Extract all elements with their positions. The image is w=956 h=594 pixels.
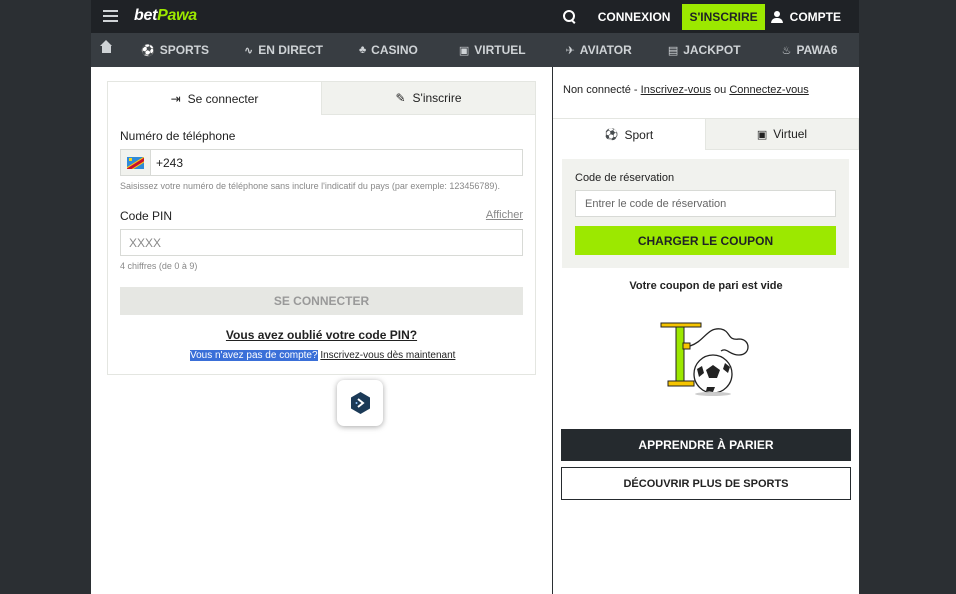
login-form: ⇥ Se connecter ✎ S'inscrire Numéro de télé… — [107, 81, 536, 426]
phone-label: Numéro de téléphone — [120, 129, 236, 143]
logo-bet-text: bet — [134, 7, 158, 24]
main-nav: ⚽ SPORTS ∿ EN DIRECT ♣ CASINO ▣ VIRTUEL ✈ AVI… — [91, 33, 859, 67]
pump-and-ball-illustration — [660, 322, 749, 396]
booking-code-input[interactable]: Entrer le code de réservation — [575, 190, 836, 217]
country-flag-icon[interactable] — [121, 150, 151, 175]
show-pin-link[interactable]: Afficher — [486, 209, 523, 221]
tab-register[interactable]: ✎ S'inscrire — [321, 82, 535, 115]
flame-icon: ♨ — [781, 44, 792, 57]
cherries-icon: ♣ — [358, 44, 367, 56]
pin-placeholder: XXXX — [129, 235, 162, 250]
no-account-text: Vous n'avez pas de compte? — [190, 350, 318, 361]
search-icon[interactable] — [562, 9, 578, 25]
home-nav-button[interactable] — [91, 33, 121, 67]
booking-code-label: Code de réservation — [575, 172, 675, 184]
logo-pawa-text: Pawa — [157, 7, 197, 24]
nav-item-jackpot[interactable]: ▤ JACKPOT — [668, 33, 741, 67]
top-header: betPawa CONNEXION S'INSCRIRE COMPTE — [91, 0, 859, 33]
account-link[interactable]: COMPTE — [790, 0, 841, 33]
monitor-icon: ▣ — [458, 44, 470, 57]
status-login-link[interactable]: Connectez-vous — [729, 84, 809, 96]
login-submit-button[interactable]: SE CONNECTER — [120, 287, 523, 315]
phone-prefix: +243 — [156, 155, 184, 170]
phone-hint: Saisissez votre numéro de téléphone sans… — [120, 181, 500, 191]
phone-input[interactable]: +243 — [120, 149, 523, 176]
hexagon-play-icon — [350, 392, 370, 414]
user-icon[interactable] — [770, 10, 783, 23]
nav-item-virtual[interactable]: ▣ VIRTUEL — [459, 33, 526, 67]
nav-item-aviator[interactable]: ✈ AVIATOR — [566, 33, 632, 67]
pin-hint: 4 chiffres (de 0 à 9) — [120, 261, 198, 271]
monitor-icon: ▣ — [756, 128, 768, 141]
header-actions: CONNEXION S'INSCRIRE COMPTE — [562, 0, 859, 33]
sign-in-icon: ⇥ — [170, 91, 181, 106]
login-tabs: ⇥ Se connecter ✎ S'inscrire — [108, 82, 535, 115]
tab-login[interactable]: ⇥ Se connecter — [108, 82, 321, 115]
nav-item-casino[interactable]: ♣ CASINO — [359, 33, 418, 67]
register-now-link[interactable]: Inscrivez-vous dès maintenant — [320, 350, 455, 361]
floating-widget-button[interactable] — [337, 380, 383, 426]
signup-button[interactable]: S'INSCRIRE — [682, 3, 765, 30]
learn-to-bet-button[interactable]: APPRENDRE À PARIER — [561, 429, 851, 461]
plane-icon: ✈ — [565, 44, 575, 57]
betslip-tabs: ⚽ Sport ▣ Virtuel — [553, 118, 859, 150]
load-coupon-button[interactable]: CHARGER LE COUPON — [575, 226, 836, 255]
betslip-panel: Non connecté - Inscrivez-vous ou Connect… — [553, 67, 859, 594]
login-link[interactable]: CONNEXION — [592, 0, 677, 33]
tab-virtual[interactable]: ▣ Virtuel — [705, 118, 859, 150]
ticket-icon: ▤ — [667, 44, 679, 57]
hamburger-menu-icon[interactable] — [103, 10, 118, 22]
main-content: ⇥ Se connecter ✎ S'inscrire Numéro de télé… — [91, 67, 552, 594]
soccer-ball-icon: ⚽ — [604, 129, 619, 141]
betpawa-logo[interactable]: betPawa — [134, 7, 197, 25]
pin-input[interactable]: XXXX — [120, 229, 523, 256]
forgot-pin-link[interactable]: Vous avez oublié votre code PIN? — [108, 328, 535, 342]
home-icon — [99, 40, 112, 55]
nav-item-live[interactable]: ∿ EN DIRECT — [244, 33, 323, 67]
discover-sports-button[interactable]: DÉCOUVRIR PLUS DE SPORTS — [561, 467, 851, 500]
no-account-line: Vous n'avez pas de compte? Inscrivez-vou… — [190, 350, 455, 361]
empty-betslip-title: Votre coupon de pari est vide — [629, 280, 783, 292]
register-form-icon: ✎ — [395, 91, 406, 105]
status-register-link[interactable]: Inscrivez-vous — [641, 84, 711, 96]
login-status: Non connecté - Inscrivez-vous ou Connect… — [563, 84, 809, 96]
pin-label: Code PIN — [120, 209, 173, 223]
tab-sport[interactable]: ⚽ Sport — [553, 118, 705, 150]
nav-item-pawa6[interactable]: ♨ PAWA6 — [782, 33, 838, 67]
nav-item-sports[interactable]: ⚽ SPORTS — [141, 33, 209, 67]
pulse-icon: ∿ — [244, 44, 254, 57]
soccer-ball-icon: ⚽ — [141, 44, 155, 57]
booking-code-section: Code de réservation Entrer le code de ré… — [562, 159, 849, 268]
